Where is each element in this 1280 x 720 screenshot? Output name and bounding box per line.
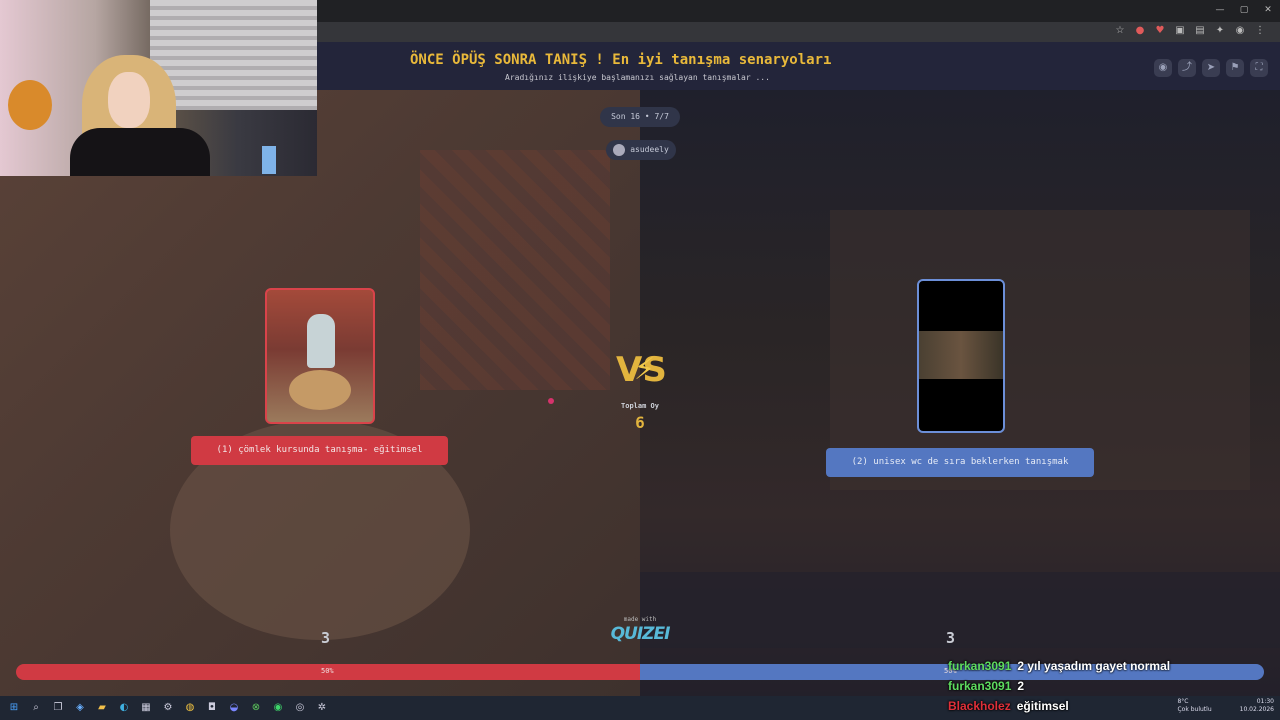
- creator-name: asudeely: [630, 145, 669, 154]
- edge-browser-icon[interactable]: ◐: [116, 700, 132, 716]
- option-1-percent: 50%: [321, 667, 334, 675]
- store-icon[interactable]: ▦: [138, 700, 154, 716]
- send-icon[interactable]: ➤: [1202, 59, 1220, 77]
- webcam-streamer-shirt: [70, 128, 210, 176]
- share-icon[interactable]: ⤴: [1178, 59, 1196, 77]
- webcam-overlay: [0, 0, 317, 176]
- chat-text: eğitimsel: [1016, 699, 1069, 713]
- maximize-button[interactable]: ▢: [1232, 0, 1256, 22]
- tool-icon[interactable]: ✲: [314, 700, 330, 716]
- round-indicator: Son 16 • 7/7: [600, 107, 680, 127]
- webcam-lamp: [262, 146, 276, 174]
- file-explorer-icon[interactable]: ▰: [94, 700, 110, 716]
- bookmark-star-icon[interactable]: ☆: [1114, 25, 1126, 37]
- chat-message: Blackholez eğitimsel: [948, 696, 1278, 716]
- xbox-icon[interactable]: ⊗: [248, 700, 264, 716]
- avatar: [613, 143, 626, 156]
- creator-badge[interactable]: asudeely: [606, 140, 676, 160]
- page-title: ÖNCE ÖPÜŞ SONRA TANIŞ ! En iyi tanışma s…: [410, 52, 832, 68]
- stream-chat-overlay: furkan3091 2 yıl yaşadım gayet normal fur…: [948, 656, 1278, 716]
- option-1-pottery-wheel: [289, 370, 351, 410]
- browser-toolbar-icons: ☆ ● ♥ ▣ ▤ ✦ ◉ ⋮: [1114, 25, 1266, 37]
- extension-icon[interactable]: ▤: [1194, 25, 1206, 37]
- settings-gear-icon[interactable]: ⚙: [160, 700, 176, 716]
- window-controls: — ▢ ✕: [1208, 0, 1280, 22]
- chrome-browser-icon[interactable]: ◍: [182, 700, 198, 716]
- background-rug: [420, 150, 610, 390]
- obs-icon[interactable]: ◎: [292, 700, 308, 716]
- page-subtitle: Aradığınız ilişkiye başlamanızı sağlayan…: [505, 73, 770, 82]
- chat-text: 2 yıl yaşadım gayet normal: [1017, 659, 1171, 673]
- chat-text: 2: [1017, 679, 1025, 693]
- option-1-label[interactable]: (1) çömlek kursunda tanışma- eğitimsel: [191, 436, 448, 465]
- eye-icon[interactable]: ◉: [1154, 59, 1172, 77]
- taskbar-apps: ⊞ ⌕ ❐ ◈ ▰ ◐ ▦ ⚙ ◍ ◘ ◒ ⊗ ◉ ◎ ✲: [6, 700, 330, 716]
- menu-icon[interactable]: ⋮: [1254, 25, 1266, 37]
- chat-message: furkan3091 2 yıl yaşadım gayet normal: [948, 656, 1278, 676]
- total-votes-value: 6: [635, 413, 645, 432]
- windows-start-icon[interactable]: ⊞: [6, 700, 22, 716]
- option-1-card[interactable]: [265, 288, 375, 424]
- webcam-streamer-face: [108, 72, 150, 128]
- option-2-vote-count: 3: [946, 629, 956, 647]
- extension-icon[interactable]: ▣: [1174, 25, 1186, 37]
- total-votes-label: Toplam Oy: [621, 402, 659, 410]
- vs-badge: VS ⚡: [616, 348, 667, 392]
- background-shade: [640, 572, 1280, 648]
- chat-username: Blackholez: [948, 699, 1011, 713]
- close-button[interactable]: ✕: [1256, 0, 1280, 22]
- option-2-card[interactable]: [917, 279, 1005, 433]
- extension-icon[interactable]: ♥: [1154, 25, 1166, 37]
- made-with-text: made with: [623, 616, 657, 623]
- brand-logo[interactable]: QUIZEI: [600, 624, 680, 644]
- option-2-label[interactable]: (2) unisex wc de sıra beklerken tanışmak: [826, 448, 1094, 477]
- option-2-video-frame: [919, 331, 1003, 379]
- webcam-plushie: [8, 80, 52, 130]
- option-1-progress-bar: 50%: [16, 664, 640, 680]
- chat-message: furkan3091 2: [948, 676, 1278, 696]
- cursor-indicator: [548, 398, 554, 404]
- chat-username: furkan3091: [948, 659, 1012, 673]
- option-1-person: [307, 314, 335, 368]
- flag-icon[interactable]: ⚑: [1226, 59, 1244, 77]
- profile-icon[interactable]: ◉: [1234, 25, 1246, 37]
- minimize-button[interactable]: —: [1208, 0, 1232, 22]
- lightning-icon: ⚡: [634, 352, 656, 387]
- search-icon[interactable]: ⌕: [28, 700, 44, 716]
- fullscreen-icon[interactable]: ⛶: [1250, 59, 1268, 77]
- discord-icon[interactable]: ◒: [226, 700, 242, 716]
- extension-icon[interactable]: ●: [1134, 25, 1146, 37]
- chat-username: furkan3091: [948, 679, 1012, 693]
- puzzle-icon[interactable]: ✦: [1214, 25, 1226, 37]
- widgets-icon[interactable]: ◈: [72, 700, 88, 716]
- spotify-icon[interactable]: ◉: [270, 700, 286, 716]
- option-1-vote-count: 3: [321, 629, 331, 647]
- task-view-icon[interactable]: ❐: [50, 700, 66, 716]
- camera-icon[interactable]: ◘: [204, 700, 220, 716]
- header-actions: ◉ ⤴ ➤ ⚑ ⛶: [1154, 59, 1268, 77]
